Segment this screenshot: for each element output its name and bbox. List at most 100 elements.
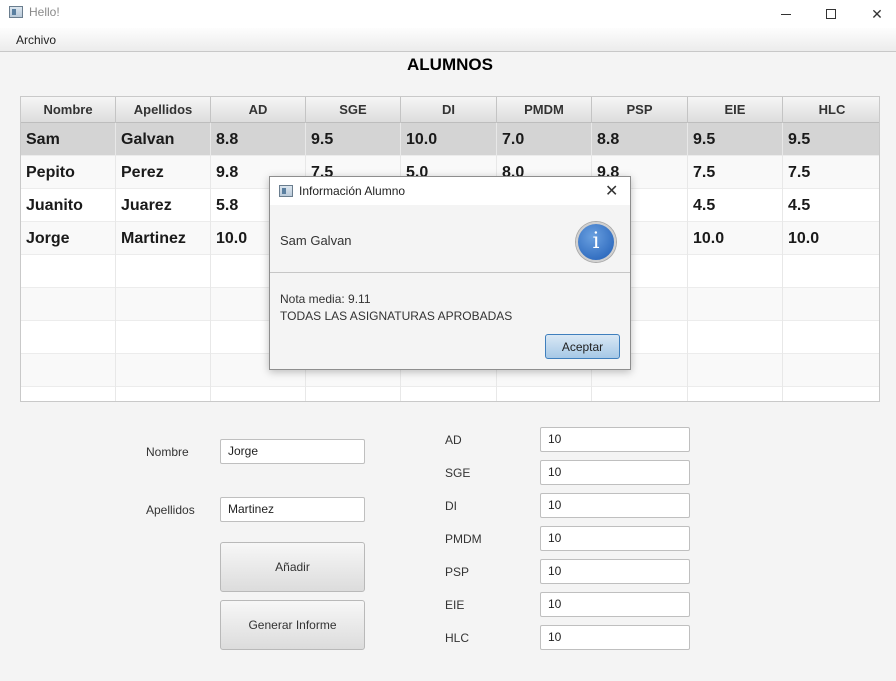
- table-cell: 8.8: [592, 123, 688, 156]
- accept-button[interactable]: Aceptar: [545, 334, 620, 359]
- table-cell: [116, 354, 211, 387]
- table-cell: [688, 288, 783, 321]
- menu-bar: Archivo: [0, 28, 896, 52]
- dialog-content: Nota media: 9.11 TODAS LAS ASIGNATURAS A…: [280, 291, 512, 325]
- nombre-label: Nombre: [146, 445, 189, 459]
- table-cell: 7.5: [788, 164, 811, 181]
- grade-label-ad: AD: [445, 433, 462, 447]
- generate-report-button[interactable]: Generar Informe: [220, 600, 365, 650]
- table-cell: [783, 288, 879, 321]
- grade-input-pmdm[interactable]: 10: [540, 526, 690, 551]
- grade-input-sge[interactable]: 10: [540, 460, 690, 485]
- page-title: ALUMNOS: [407, 55, 493, 74]
- grade-input-hlc[interactable]: 10: [540, 625, 690, 650]
- table-cell: Juarez: [116, 189, 211, 222]
- table-cell: Sam: [21, 123, 116, 156]
- column-header-pmdm[interactable]: PMDM: [497, 97, 592, 123]
- table-cell: 10.0: [401, 123, 497, 156]
- table-cell: 9.5: [788, 131, 811, 148]
- info-icon: i: [576, 222, 616, 262]
- dialog-titlebar: Información Alumno ✕: [270, 177, 630, 205]
- app-icon: [9, 6, 23, 18]
- table-cell: [21, 288, 116, 321]
- table-cell: [116, 255, 211, 288]
- column-header-psp[interactable]: PSP: [592, 97, 688, 123]
- table-cell: [211, 387, 306, 401]
- grade-label-di: DI: [445, 499, 457, 513]
- dialog-header: Sam Galvan i: [270, 205, 630, 273]
- dialog-status: TODAS LAS ASIGNATURAS APROBADAS: [280, 309, 513, 323]
- table-cell: [688, 354, 783, 387]
- table-cell: Perez: [116, 156, 211, 189]
- table-cell: [783, 387, 879, 401]
- grade-input-di[interactable]: 10: [540, 493, 690, 518]
- table-cell: [116, 387, 211, 401]
- column-header-eie[interactable]: EIE: [688, 97, 783, 123]
- table-cell: [783, 354, 879, 387]
- table-cell: Galvan: [116, 123, 211, 156]
- menu-archivo[interactable]: Archivo: [16, 33, 56, 47]
- table-cell: [21, 321, 116, 354]
- apellidos-input[interactable]: Martinez: [220, 497, 365, 522]
- info-dialog: Información Alumno ✕ Sam Galvan i Nota m…: [269, 176, 631, 370]
- dialog-title: Información Alumno: [299, 184, 406, 198]
- grade-input-psp[interactable]: 10: [540, 559, 690, 584]
- table-cell: 7.5: [688, 156, 783, 189]
- minimize-icon: [781, 13, 791, 15]
- table-cell: 4.5: [688, 189, 783, 222]
- table-cell: Juanito: [21, 189, 116, 222]
- column-header-apellidos[interactable]: Apellidos: [116, 97, 211, 123]
- table-cell: [116, 288, 211, 321]
- table-cell: [21, 354, 116, 387]
- grade-label-pmdm: PMDM: [445, 532, 482, 546]
- close-button[interactable]: ✕: [854, 0, 896, 28]
- column-header-di[interactable]: DI: [401, 97, 497, 123]
- column-header-hlc[interactable]: HLC: [783, 97, 879, 123]
- table-row[interactable]: [21, 387, 879, 401]
- add-button[interactable]: Añadir: [220, 542, 365, 592]
- table-cell: [783, 255, 879, 288]
- dialog-average: Nota media: 9.11: [280, 292, 371, 306]
- maximize-button[interactable]: [808, 0, 854, 28]
- table-cell: [21, 387, 116, 401]
- minimize-button[interactable]: [763, 0, 809, 28]
- table-cell: 8.8: [211, 123, 306, 156]
- grade-label-sge: SGE: [445, 466, 471, 480]
- column-header-sge[interactable]: SGE: [306, 97, 401, 123]
- grade-input-ad[interactable]: 10: [540, 427, 690, 452]
- window-title: Hello!: [29, 5, 60, 19]
- table-cell: [592, 387, 688, 401]
- grade-input-eie[interactable]: 10: [540, 592, 690, 617]
- table-cell: Jorge: [21, 222, 116, 255]
- dialog-close-icon[interactable]: ✕: [605, 181, 618, 201]
- apellidos-label: Apellidos: [146, 503, 195, 517]
- dialog-app-icon: [279, 185, 293, 197]
- table-cell: 7.0: [497, 123, 592, 156]
- close-icon: ✕: [871, 5, 883, 22]
- column-header-nombre[interactable]: Nombre: [21, 97, 116, 123]
- table-cell: [21, 255, 116, 288]
- table-cell: [688, 387, 783, 401]
- column-header-ad[interactable]: AD: [211, 97, 306, 123]
- table-cell: [497, 387, 592, 401]
- table-cell: [401, 387, 497, 401]
- table-header: Nombre Apellidos AD SGE DI PMDM PSP EIE …: [21, 97, 879, 123]
- table-cell: [116, 321, 211, 354]
- table-cell: [783, 321, 879, 354]
- grade-label-psp: PSP: [445, 565, 470, 579]
- table-row[interactable]: Sam Galvan 8.8 9.5 10.0 7.0 8.8 9.5 9.5: [21, 123, 879, 156]
- nombre-input[interactable]: Jorge: [220, 439, 365, 464]
- maximize-icon: [826, 9, 836, 19]
- table-cell: [688, 255, 783, 288]
- table-cell: 10.0: [788, 230, 820, 247]
- table-cell: 9.5: [688, 123, 783, 156]
- dialog-header-text: Sam Galvan: [280, 233, 352, 248]
- table-cell: Pepito: [21, 156, 116, 189]
- table-cell: [688, 321, 783, 354]
- window-titlebar: Hello! ✕: [0, 0, 896, 28]
- table-cell: 10.0: [688, 222, 783, 255]
- table-cell: Martinez: [116, 222, 211, 255]
- grade-label-hlc: HLC: [445, 631, 470, 645]
- table-cell: 9.5: [306, 123, 401, 156]
- table-cell: [306, 387, 401, 401]
